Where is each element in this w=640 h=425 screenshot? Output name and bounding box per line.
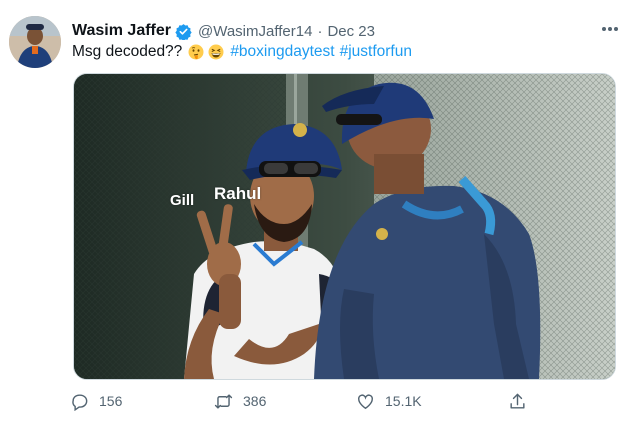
like-button[interactable]: 15.1K [356,388,422,414]
retweet-icon [214,393,233,409]
share-button[interactable] [508,388,537,414]
verified-badge-icon [175,23,192,40]
like-icon [358,393,373,409]
avatar[interactable] [9,16,61,68]
reply-count: 156 [99,393,123,409]
photo-illustration [74,74,615,379]
tweet-header: Wasim Jaffer @WasimJaffer14 · Dec 23 [72,20,375,42]
separator-dot: · [317,22,323,40]
like-count: 15.1K [385,393,422,409]
tweet-media-photo[interactable]: Gill Rahul [73,73,616,380]
overlay-label-gill: Gill [170,192,195,209]
hashtag-boxingdaytest[interactable]: #boxingdaytest [230,43,334,61]
author-name[interactable]: Wasim Jaffer [72,22,171,40]
thinking-face-emoji [188,44,204,60]
author-handle[interactable]: @WasimJaffer14 [198,23,312,40]
tweet-actions: 156 386 15.1K [70,388,540,414]
hashtag-justforfun[interactable]: #justforfun [340,43,412,61]
overlay-label-rahul: Rahul [214,184,262,203]
tweet-body: Msg decoded?? [72,43,183,60]
retweet-button[interactable]: 386 [214,388,266,414]
tweet-card: Wasim Jaffer @WasimJaffer14 · Dec 23 Msg… [0,0,640,425]
tweet-text: Msg decoded?? #boxingdaytest #justforfun [72,43,412,61]
reply-button[interactable]: 156 [70,388,122,414]
share-icon [510,393,525,409]
tweet-date[interactable]: Dec 23 [327,23,375,40]
grinning-squinting-face-emoji [208,44,224,60]
retweet-count: 386 [243,393,267,409]
reply-icon [72,393,88,411]
more-options-icon[interactable] [598,19,622,39]
